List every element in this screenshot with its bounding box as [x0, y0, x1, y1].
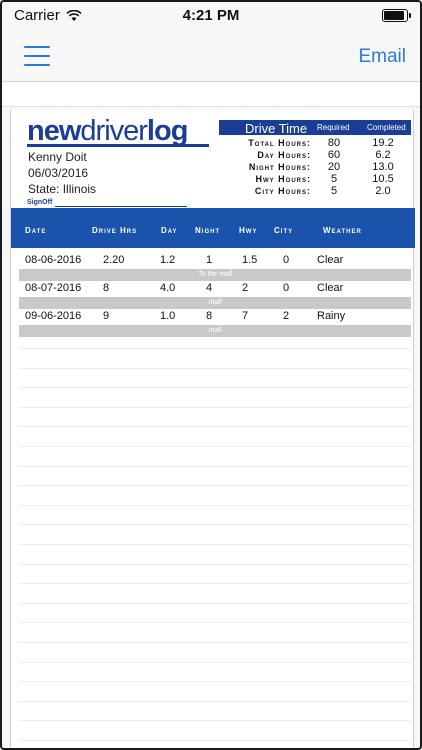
- night-column-header: Night: [195, 226, 221, 235]
- row-comment: To the mall: [19, 269, 411, 281]
- cell-hwy: 2: [242, 282, 249, 294]
- cell-night: 1: [206, 254, 213, 266]
- date-column-header: Date: [25, 226, 47, 235]
- empty-row-line: [19, 563, 411, 565]
- cell-day: 1.0: [160, 310, 176, 322]
- navigation-bar: Email: [2, 30, 420, 82]
- completed-value: 10.5: [372, 173, 394, 185]
- drive-time-label: Night Hours:: [248, 162, 311, 172]
- empty-row-line: [19, 446, 411, 447]
- cell-date: 09-06-2016: [25, 310, 82, 322]
- cell-date: 08-06-2016: [25, 254, 82, 266]
- table-header: Date Drive Hrs Day Night Hwy City Weather: [11, 208, 415, 248]
- menu-line: [24, 64, 50, 66]
- empty-row-line: [19, 602, 411, 604]
- empty-row-line: [19, 583, 411, 585]
- table-row[interactable]: 08-06-2016 2.20 1.2 1 1.5 0 Clear: [11, 254, 415, 269]
- status-bar: Carrier 4:21 PM: [2, 2, 420, 30]
- completed-value: 13.0: [372, 161, 394, 173]
- empty-row-line: [19, 387, 411, 389]
- drive-time-label: City Hours:: [254, 186, 311, 196]
- empty-row-line: [19, 700, 411, 702]
- device-frame: Carrier 4:21 PM Email newdriverlog Kenny…: [0, 0, 422, 750]
- cell-weather: Rainy: [317, 310, 346, 322]
- empty-row-line: [19, 642, 411, 643]
- header-spacer: [2, 83, 420, 107]
- status-time: 4:21 PM: [182, 7, 240, 24]
- cell-city: 0: [283, 282, 290, 294]
- log-sheet: newdriverlog Kenny Doit 06/03/2016 State…: [10, 110, 415, 748]
- table-row[interactable]: 08-07-2016 8 4.0 4 2 0 Clear: [11, 282, 415, 297]
- empty-row-line: [19, 348, 411, 349]
- drive-time-label: Day Hours:: [257, 150, 311, 160]
- empty-row-line: [19, 524, 411, 526]
- driver-state: State: Illinois: [28, 182, 97, 196]
- cell-hwy: 1.5: [242, 254, 258, 266]
- day-column-header: Day: [161, 226, 178, 235]
- cell-drive-hrs: 2.20: [103, 254, 125, 266]
- empty-row-line: [19, 661, 411, 663]
- signoff-line: [55, 206, 187, 207]
- empty-row-line: [19, 485, 411, 487]
- battery-icon: [382, 9, 411, 22]
- empty-row-line: [19, 465, 411, 467]
- drive-time-label: Total Hours:: [248, 138, 311, 148]
- hamburger-menu-icon[interactable]: [24, 46, 50, 68]
- cell-night: 4: [206, 282, 213, 294]
- battery-level: [384, 11, 404, 20]
- cell-city: 2: [283, 310, 290, 322]
- cell-day: 4.0: [160, 282, 176, 294]
- empty-row-line: [19, 681, 411, 683]
- newdriverlog-logo: newdriverlog: [27, 115, 188, 147]
- empty-row-line: [19, 426, 411, 428]
- drive-time-row: City Hours: 5 2.0: [219, 185, 411, 198]
- empty-row-line: [19, 406, 411, 408]
- completed-label: Completed: [367, 123, 406, 132]
- cell-night: 8: [206, 310, 213, 322]
- cell-drive-hrs: 9: [103, 310, 110, 322]
- signoff-label: SignOff: [27, 199, 53, 206]
- empty-row-line: [19, 544, 411, 545]
- row-comment: mall: [19, 325, 411, 337]
- logo-part-new: new: [27, 115, 81, 147]
- email-button[interactable]: Email: [358, 46, 406, 68]
- completed-value: 2.0: [375, 185, 391, 197]
- row-comment: mall: [19, 297, 411, 309]
- completed-value: 6.2: [375, 149, 391, 161]
- drive-time-header: Drive Time Required Completed: [219, 120, 411, 136]
- hwy-column-header: Hwy: [239, 226, 258, 235]
- cell-weather: Clear: [317, 282, 344, 294]
- required-value: 20: [327, 161, 341, 173]
- cell-weather: Clear: [317, 254, 344, 266]
- driver-date: 06/03/2016: [28, 166, 89, 180]
- drive-time-title: Drive Time: [245, 121, 308, 136]
- empty-row-line: [19, 740, 411, 741]
- logo-part-driver: driver: [80, 115, 148, 147]
- drive-time-label: Hwy Hours:: [255, 174, 311, 184]
- cell-day: 1.2: [160, 254, 176, 266]
- empty-row-line: [19, 504, 411, 506]
- cell-hwy: 7: [242, 310, 249, 322]
- menu-line: [24, 46, 50, 48]
- empty-row-line: [19, 720, 411, 722]
- logo-part-log: log: [146, 115, 188, 147]
- table-row[interactable]: 09-06-2016 9 1.0 8 7 2 Rainy: [11, 310, 415, 325]
- required-value: 5: [330, 185, 338, 197]
- drive-hrs-column-header: Drive Hrs: [92, 226, 138, 235]
- cell-date: 08-07-2016: [25, 282, 82, 294]
- required-value: 5: [330, 173, 338, 185]
- driver-name: Kenny Doit: [28, 150, 87, 164]
- cell-city: 0: [283, 254, 290, 266]
- cell-drive-hrs: 8: [103, 282, 110, 294]
- weather-column-header: Weather: [323, 226, 362, 235]
- logo-underline: [27, 144, 209, 147]
- city-column-header: City: [274, 226, 294, 235]
- required-value: 80: [327, 137, 341, 149]
- required-value: 60: [327, 149, 341, 161]
- menu-line: [24, 55, 50, 57]
- required-label: Required: [317, 123, 350, 132]
- completed-value: 19.2: [372, 137, 394, 149]
- empty-row-line: [19, 367, 411, 369]
- empty-row-line: [19, 622, 411, 624]
